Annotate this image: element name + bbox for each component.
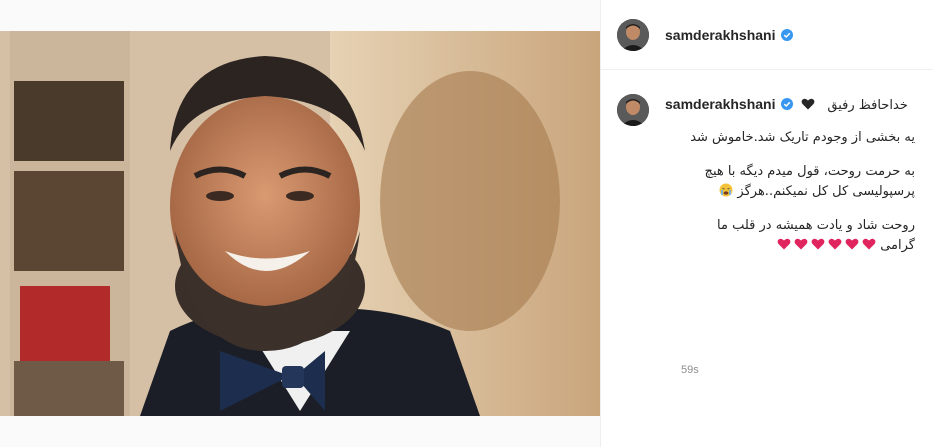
- header-username[interactable]: samderakhshani: [665, 27, 776, 43]
- red-heart-icon: [845, 238, 859, 250]
- caption-body: یه بخشی از وجودم تاریک شد.خاموش شد به حر…: [665, 128, 915, 256]
- post-header: samderakhshani: [601, 0, 933, 70]
- caption-line-5: روحت شاد و یادت همیشه در قلب ما: [717, 218, 915, 233]
- caption-line-1: خداحافظ رفیق: [827, 98, 908, 113]
- caption-line-3: به حرمت روحت، قول میدم دیگه با هیچ: [704, 164, 915, 179]
- caption-line-2: یه بخشی از وجودم تاریک شد.خاموش شد: [690, 130, 915, 145]
- avatar[interactable]: [617, 94, 649, 126]
- verified-badge-icon: [780, 28, 793, 41]
- red-heart-icon: [777, 238, 791, 250]
- crying-face-icon: [719, 183, 733, 197]
- caption-line-6: گرامی: [880, 238, 915, 253]
- caption-line-4-wrap: پرسپولیسی کل کل نمیکنم..هرگز: [665, 182, 915, 202]
- caption-head: samderakhshani خداحافظ رفیق: [665, 95, 925, 115]
- red-heart-icon: [862, 238, 876, 250]
- post-side-panel: samderakhshani samderakhshani خداحافظ رف…: [600, 0, 933, 447]
- caption-username[interactable]: samderakhshani: [665, 96, 776, 112]
- avatar[interactable]: [617, 18, 649, 51]
- caption-line-6-wrap: گرامی: [665, 236, 915, 256]
- black-heart-icon: [801, 98, 815, 110]
- portrait-photo: [0, 31, 600, 416]
- red-heart-icon: [828, 238, 842, 250]
- red-heart-icon: [811, 238, 825, 250]
- verified-badge-icon: [780, 98, 793, 110]
- post-timestamp[interactable]: 59s: [681, 364, 699, 376]
- caption-line-4: پرسپولیسی کل کل نمیکنم..هرگز: [737, 184, 915, 199]
- red-hearts-row: [774, 238, 876, 253]
- red-heart-icon: [794, 238, 808, 250]
- post-image[interactable]: [0, 31, 600, 416]
